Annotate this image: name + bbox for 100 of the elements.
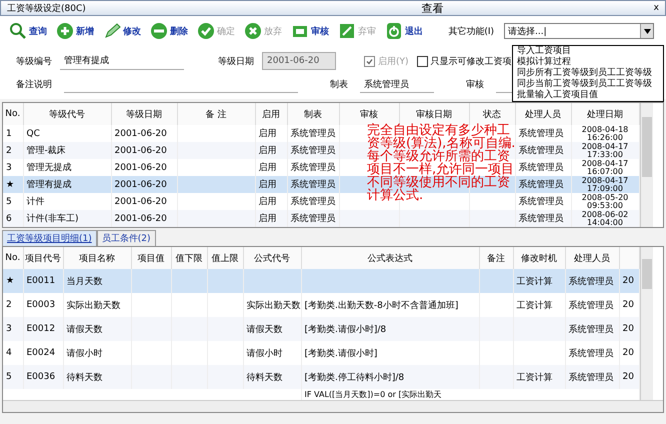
table-cell: 系统管理员 [565,317,619,341]
column-header: 等级日期 [111,103,177,125]
table-cell: 20 [619,269,639,293]
table-cell: 工资计算 [513,269,565,293]
table-cell: 系统管理员 [287,210,339,227]
table-cell: 系统管理员 [515,176,571,193]
x-icon [244,22,262,40]
column-header: 等级代号 [23,103,111,125]
pencil-icon [103,22,121,40]
field-label: 制表 [330,78,348,91]
field-label: 审核 [466,78,484,91]
field-label: 备注说明 [16,78,52,91]
table-cell: 2001-06-20 [111,210,177,227]
caret-icon [644,28,650,34]
table-cell: 系统管理员 [287,176,339,193]
column-header: 备 注 [177,103,255,125]
table-cell: 请假天数 [243,317,301,341]
table-cell: 6 [3,210,23,227]
table-cell: 20 [619,365,639,389]
grade-code-field[interactable]: 管理有提成 [60,52,184,70]
tab[interactable]: 员工条件(2) [96,230,156,246]
table-cell: 系统管理员 [565,269,619,293]
menu-item[interactable]: 同步当前工资等级到员工工资等级 [513,79,663,90]
search-icon [9,22,27,40]
menu-item[interactable]: 同步所有工资等级到员工工资等级 [513,68,663,79]
table-cell: E0011 [23,269,63,293]
editable-only-checkbox[interactable]: 只显示可修改工资项 [416,54,512,68]
table-cell: 待料天数 [63,365,131,389]
window-title: 工资等级设定(80C) [7,2,87,14]
table-cell: 3 [3,317,23,341]
column-header: 公式表达式 [301,247,479,269]
toolbar-button[interactable]: 退出 [382,22,426,40]
table-cell: ★ [3,269,23,293]
field-label: 等级编号 [16,56,52,68]
table-cell: 2008-06-02 14:04:00 [571,210,639,227]
table-cell: 20 [619,317,639,341]
table-cell: 待料天数 [243,365,301,389]
close-button[interactable]: x [654,3,659,13]
column-header: 值下限 [171,247,207,269]
column-header: 处理人员 [515,103,571,125]
horizontal-scrollbar[interactable] [3,400,663,412]
power-icon [385,22,403,40]
table-cell: E0012 [23,317,63,341]
column-header: 项目名称 [63,247,131,269]
table-cell: 2008-04-17 17:33:00 [571,142,639,159]
other-functions-label: 其它功能(I) [448,26,494,38]
column-header: 项目值 [131,247,171,269]
table-cell: 系统管理员 [565,365,619,389]
menu-item[interactable]: 导入工资项目 [513,46,663,57]
column-header: 项目代号 [23,247,63,269]
table-cell: 5 [3,365,23,389]
table-cell: 2008-04-17 17:09:00 [571,176,639,193]
toolbar-button[interactable]: 修改 [100,22,144,40]
scrollbar[interactable] [640,103,652,227]
table-cell: 2001-06-20 [111,176,177,193]
plus-icon [56,22,74,40]
pen-icon [338,22,356,40]
annotation-text: 完全自由设定有多少种工资等级(算法),名称可自编.每个等级允许所需的工资项目不一样,允许同一项目不同等级使用不同的工资计算公式. [367,124,516,202]
minus-icon [150,22,168,40]
scrollbar[interactable] [640,247,652,400]
table-cell: 当月天数 [63,269,131,293]
table-cell: 2 [3,142,23,159]
table-cell: 系统管理员 [515,210,571,227]
column-header: 备注 [479,247,513,269]
table-cell: 管理-裁床 [23,142,111,159]
column-header: 制表 [287,103,339,125]
column-header: No. [3,103,23,125]
table-cell: 系统管理员 [287,142,339,159]
table-cell: 请假天数 [63,317,131,341]
table-cell: 启用 [255,210,287,227]
table-cell: E0036 [23,365,63,389]
menu-item[interactable]: 批量输入工资项目值 [513,90,663,101]
toolbar-button[interactable]: 删除 [147,22,191,40]
table-cell: [考勤类.请假小时]/8 [301,317,479,341]
column-header: 启用 [255,103,287,125]
check-icon [197,22,215,40]
table-cell: 工资计算 [513,365,565,389]
function-dropdown[interactable]: 请选择...| [504,23,654,39]
column-header: 处理人员 [565,247,619,269]
column-header: No. [3,247,23,269]
toolbar-button[interactable]: 新增 [53,22,97,40]
column-header: 公式代号 [243,247,301,269]
table-cell: 启用 [255,142,287,159]
table-cell: 2001-06-20 [111,142,177,159]
table-cell: [考勤类.停工待料小时]/8 [301,365,479,389]
field-label: 等级日期 [218,56,254,68]
check-icon [366,58,373,64]
table-cell: 系统管理员 [515,142,571,159]
column-header: 处理日期 [571,103,639,125]
mode-label: 查看 [422,0,444,16]
tab[interactable]: 工资等级项目明细(1) [2,230,97,246]
column-header: 修改时机 [513,247,565,269]
toolbar-button[interactable]: 审核 [288,22,332,40]
menu-item[interactable]: 模拟计算过程 [513,57,663,68]
table-cell: 计件(非车工) [23,210,111,227]
column-header: 值上限 [207,247,243,269]
toolbar-button[interactable]: 查询 [6,22,50,40]
table-cell: 启用 [255,176,287,193]
table-cell: 管理有提成 [23,176,111,193]
table-cell: ★ [3,176,23,193]
